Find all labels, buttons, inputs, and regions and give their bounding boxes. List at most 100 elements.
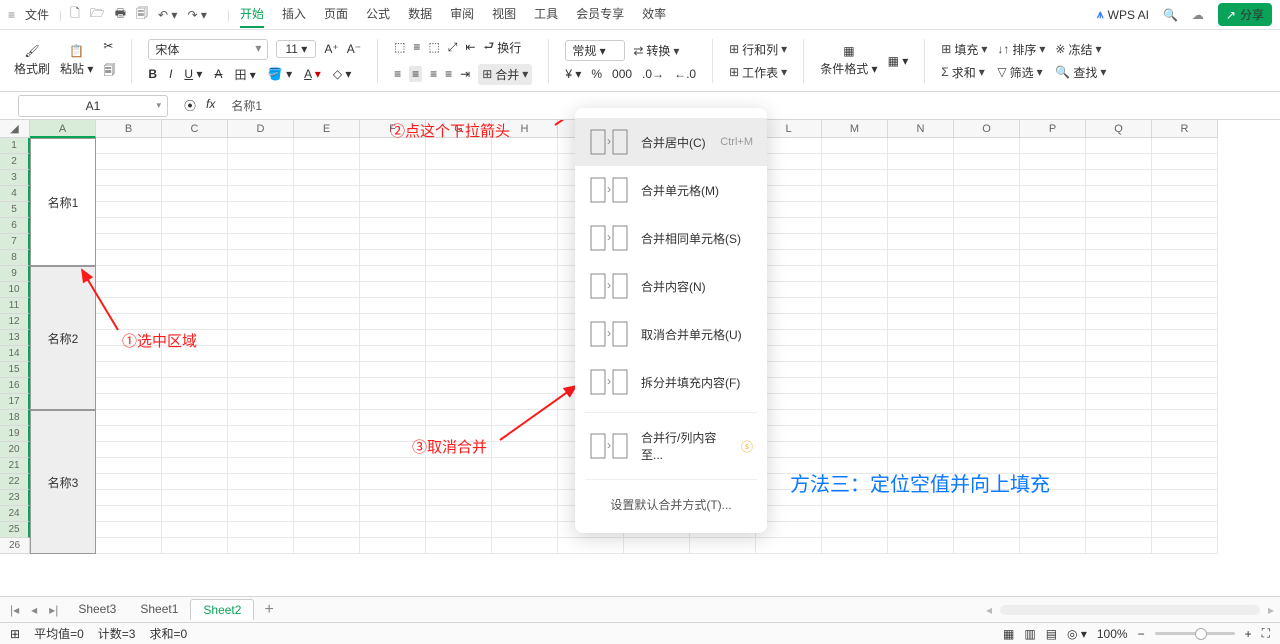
fill-color-icon[interactable]: 🪣 ▾	[268, 67, 292, 81]
row-header-10[interactable]: 10	[0, 282, 30, 298]
zoom-value[interactable]: 100%	[1097, 627, 1128, 641]
row-header-24[interactable]: 24	[0, 506, 30, 522]
sheet-tab-Sheet3[interactable]: Sheet3	[66, 599, 128, 620]
wps-ai-button[interactable]: ⩚WPS AI	[1097, 7, 1149, 22]
reading-icon[interactable]: ◎ ▾	[1067, 627, 1087, 641]
comma-icon[interactable]: 000	[612, 67, 632, 81]
table-style-icon[interactable]: ▦ ▾	[888, 54, 909, 68]
row-header-17[interactable]: 17	[0, 394, 30, 410]
rowcol-button[interactable]: ⊞ 行和列 ▾	[729, 41, 787, 58]
tab-view[interactable]: 视图	[492, 1, 516, 28]
decrease-font-icon[interactable]: A⁻	[347, 42, 361, 56]
indent-dec-icon[interactable]: ⇤	[465, 40, 475, 54]
print-icon[interactable]: 🖶	[115, 4, 126, 25]
currency-icon[interactable]: ¥ ▾	[565, 67, 581, 81]
view-page-icon[interactable]: ▥	[1024, 627, 1035, 641]
col-header-N[interactable]: N	[888, 120, 954, 138]
filter-button[interactable]: ▽ 筛选 ▾	[997, 64, 1045, 81]
col-header-D[interactable]: D	[228, 120, 294, 138]
row-header-4[interactable]: 4	[0, 186, 30, 202]
row-header-20[interactable]: 20	[0, 442, 30, 458]
view-break-icon[interactable]: ▤	[1046, 627, 1057, 641]
italic-icon[interactable]: I	[169, 67, 172, 81]
col-header-P[interactable]: P	[1020, 120, 1086, 138]
row-header-3[interactable]: 3	[0, 170, 30, 186]
merge-option-5[interactable]: ›拆分并填充内容(F)	[575, 358, 767, 406]
sort-button[interactable]: ↓↑ 排序 ▾	[997, 41, 1045, 58]
row-header-18[interactable]: 18	[0, 410, 30, 426]
col-header-R[interactable]: R	[1152, 120, 1218, 138]
row-header-23[interactable]: 23	[0, 490, 30, 506]
add-sheet-button[interactable]: +	[258, 601, 279, 619]
row-header-14[interactable]: 14	[0, 346, 30, 362]
open-icon[interactable]: 🗁	[90, 4, 105, 25]
find-button[interactable]: 🔍 查找 ▾	[1055, 64, 1106, 81]
name-box[interactable]: A1	[18, 95, 168, 117]
freeze-button[interactable]: ※ 冻结 ▾	[1055, 41, 1106, 58]
format-painter-button[interactable]: 🖌 格式刷	[14, 44, 50, 77]
preview-icon[interactable]: 🗐	[136, 4, 148, 25]
row-header-26[interactable]: 26	[0, 538, 30, 554]
col-header-H[interactable]: H	[492, 120, 558, 138]
cond-format-button[interactable]: ▦条件格式 ▾	[820, 44, 877, 77]
indent-inc-icon[interactable]: ⇥	[460, 67, 470, 81]
row-header-6[interactable]: 6	[0, 218, 30, 234]
tab-page[interactable]: 页面	[324, 1, 348, 28]
row-header-25[interactable]: 25	[0, 522, 30, 538]
sheet-next-icon[interactable]: ▸|	[45, 603, 62, 617]
new-icon[interactable]: 🗋	[70, 4, 80, 25]
clear-format-icon[interactable]: ◇ ▾	[333, 67, 352, 81]
font-size-select[interactable]: 11 ▾	[276, 40, 316, 58]
redo-icon[interactable]: ↷ ▾	[187, 8, 206, 22]
merge-option-2[interactable]: ›合并相同单元格(S)	[575, 214, 767, 262]
tab-tools[interactable]: 工具	[534, 1, 558, 28]
inc-decimal-icon[interactable]: .0→	[642, 67, 664, 81]
merged-cell-1[interactable]: 名称2	[30, 266, 96, 410]
merged-cell-0[interactable]: 名称1	[30, 138, 96, 266]
merged-cell-2[interactable]: 名称3	[30, 410, 96, 554]
align-right-icon[interactable]: ≡	[430, 67, 437, 81]
tab-formula[interactable]: 公式	[366, 1, 390, 28]
col-header-C[interactable]: C	[162, 120, 228, 138]
share-button[interactable]: ↗ 分享	[1218, 3, 1272, 26]
col-header-A[interactable]: A	[30, 120, 96, 138]
align-left-icon[interactable]: ≡	[394, 67, 401, 81]
tab-member[interactable]: 会员专享	[576, 1, 624, 28]
col-header-O[interactable]: O	[954, 120, 1020, 138]
paste-button[interactable]: 📋 粘贴 ▾	[60, 44, 93, 77]
row-header-13[interactable]: 13	[0, 330, 30, 346]
bold-icon[interactable]: B	[148, 67, 157, 81]
sheet-tab-Sheet1[interactable]: Sheet1	[128, 599, 190, 620]
col-header-F[interactable]: F	[360, 120, 426, 138]
align-bottom-icon[interactable]: ⬚	[428, 40, 439, 54]
row-header-16[interactable]: 16	[0, 378, 30, 394]
font-name-select[interactable]: 宋体 ▾	[148, 39, 268, 60]
percent-icon[interactable]: %	[591, 67, 602, 81]
zoom-slider[interactable]	[1155, 632, 1235, 635]
select-all-corner[interactable]: ◢	[0, 120, 30, 138]
convert-button[interactable]: ⇄ 转换 ▾	[633, 42, 679, 59]
row-header-22[interactable]: 22	[0, 474, 30, 490]
align-center-icon[interactable]: ≡	[409, 66, 422, 82]
tab-start[interactable]: 开始	[240, 1, 264, 28]
tab-data[interactable]: 数据	[408, 1, 432, 28]
col-header-G[interactable]: G	[426, 120, 492, 138]
increase-font-icon[interactable]: A⁺	[324, 42, 338, 56]
sheet-tab-Sheet2[interactable]: Sheet2	[190, 599, 254, 620]
col-header-M[interactable]: M	[822, 120, 888, 138]
row-header-8[interactable]: 8	[0, 250, 30, 266]
cancel-fx-icon[interactable]: ⦿	[184, 97, 196, 114]
merge-option-0[interactable]: ›合并居中(C)Ctrl+M	[575, 118, 767, 166]
view-normal-icon[interactable]: ▦	[1003, 627, 1014, 641]
font-color-icon[interactable]: A ▾	[304, 67, 321, 81]
row-header-12[interactable]: 12	[0, 314, 30, 330]
col-header-B[interactable]: B	[96, 120, 162, 138]
tab-efficiency[interactable]: 效率	[642, 1, 666, 28]
row-header-1[interactable]: 1	[0, 138, 30, 154]
row-header-2[interactable]: 2	[0, 154, 30, 170]
cloud-icon[interactable]: ☁	[1192, 8, 1204, 22]
undo-icon[interactable]: ↶ ▾	[158, 8, 177, 22]
col-header-Q[interactable]: Q	[1086, 120, 1152, 138]
fullscreen-icon[interactable]: ⛶	[1262, 626, 1270, 641]
dec-decimal-icon[interactable]: ←.0	[674, 67, 696, 81]
